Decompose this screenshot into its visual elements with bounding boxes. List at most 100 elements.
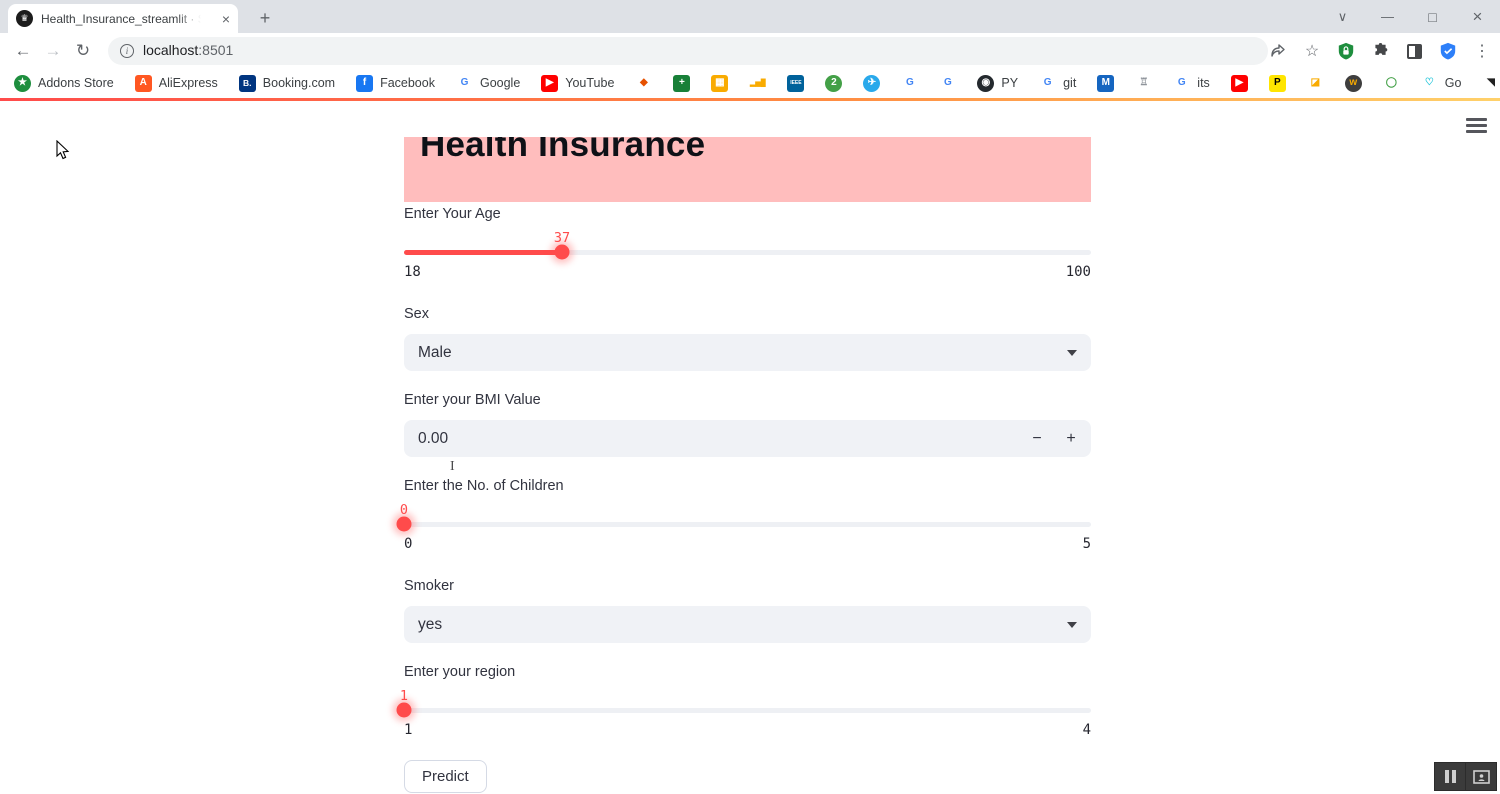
addons-store-icon: ★ — [14, 75, 31, 92]
security-shield-icon[interactable] — [1438, 41, 1458, 61]
region-slider-thumb[interactable] — [397, 703, 412, 718]
mouse-cursor-arrow — [56, 140, 70, 160]
bookmark-label: Go — [1445, 76, 1462, 90]
age-slider-value: 37 — [554, 230, 570, 246]
predict-button[interactable]: Predict — [404, 760, 487, 793]
children-slider-track[interactable] — [404, 522, 1091, 527]
new-tab-button[interactable]: + — [252, 5, 278, 31]
bookmark-item[interactable]: G — [901, 75, 918, 92]
bookmark-item[interactable]: ◆ — [635, 75, 652, 92]
ieee-icon: IEEE — [787, 75, 804, 92]
webcam-frame-icon — [1473, 770, 1490, 784]
bookmark-item[interactable]: ♖ — [1135, 75, 1152, 92]
bookmark-item[interactable]: ▶ — [1231, 75, 1248, 92]
google-g-icon: G — [1039, 75, 1056, 92]
streamlit-header — [0, 101, 1500, 137]
window-close-button[interactable]: × — [1455, 0, 1500, 33]
window-minimize-button[interactable]: — — [1365, 0, 1410, 33]
children-max-label: 5 — [1083, 536, 1091, 552]
bmi-number-input[interactable]: 0.00 − + — [404, 420, 1091, 457]
smoker-select[interactable]: yes — [404, 606, 1091, 643]
spreadsheet-icon: + — [673, 75, 690, 92]
share-icon[interactable] — [1268, 41, 1288, 61]
bookmark-item[interactable]: ◯ — [1383, 75, 1400, 92]
url-host: localhost — [143, 42, 198, 58]
bookmark-label: Addons Store — [38, 76, 114, 90]
bookmark-item[interactable]: + — [673, 75, 690, 92]
bookmark-item[interactable]: Ggit — [1039, 75, 1076, 92]
bookmark-item[interactable]: ♡ Go — [1421, 75, 1462, 92]
bookmark-item[interactable]: G — [939, 75, 956, 92]
bookmark-item[interactable]: IEEE — [787, 75, 804, 92]
smoker-select-value: yes — [418, 616, 442, 634]
webcam-overlay-button[interactable] — [1465, 763, 1496, 790]
age-min-label: 18 — [404, 264, 421, 280]
age-slider-thumb[interactable] — [555, 245, 570, 260]
bookmark-item[interactable]: GGoogle — [456, 75, 520, 92]
app-menu-hamburger-icon[interactable] — [1466, 118, 1487, 133]
bookmark-item[interactable]: ✈ — [863, 75, 880, 92]
bookmark-label: git — [1063, 76, 1076, 90]
side-panel-icon[interactable] — [1404, 41, 1424, 61]
adblock-shield-icon[interactable] — [1336, 41, 1356, 61]
tab-search-icon[interactable]: ∨ — [1320, 0, 1365, 33]
pause-recording-button[interactable] — [1435, 763, 1465, 790]
bookmark-item[interactable]: ◥ — [1482, 75, 1499, 92]
browser-tab[interactable]: ♛ Health_Insurance_streamlit · Stre × — [8, 4, 238, 33]
bookmark-item[interactable]: M — [1097, 75, 1114, 92]
chevron-down-icon — [1067, 622, 1077, 628]
bookmark-item[interactable]: w — [1345, 75, 1362, 92]
forward-button[interactable]: → — [38, 37, 68, 65]
bookmark-item[interactable]: P — [1269, 75, 1286, 92]
analytics-icon: ▂▅█ — [749, 75, 766, 92]
tab-close-icon[interactable]: × — [222, 11, 230, 27]
bmi-label: Enter your BMI Value — [404, 392, 541, 408]
robot-icon: ♖ — [1135, 75, 1152, 92]
children-slider-thumb[interactable] — [397, 517, 412, 532]
region-label: Enter your region — [404, 664, 515, 680]
window-maximize-button[interactable]: □ — [1410, 0, 1455, 33]
google-g-icon: G — [456, 75, 473, 92]
children-label: Enter the No. of Children — [404, 478, 564, 494]
booking-icon: B. — [239, 75, 256, 92]
bookmark-item[interactable]: 2 — [825, 75, 842, 92]
google-g-icon: G — [1173, 75, 1190, 92]
region-min-label: 1 — [404, 722, 412, 738]
bookmark-item[interactable]: ◪ — [1307, 75, 1324, 92]
bookmark-item[interactable]: ▂▅█ — [749, 75, 766, 92]
heart-swirl-icon: ♡ — [1421, 75, 1438, 92]
children-slider-value: 0 — [400, 502, 408, 518]
region-slider-track[interactable] — [404, 708, 1091, 713]
bmi-increment-button[interactable]: + — [1065, 430, 1077, 448]
region-max-label: 4 — [1083, 722, 1091, 738]
pause-icon — [1445, 770, 1456, 783]
bookmark-item[interactable]: ▶YouTube — [541, 75, 614, 92]
sex-label: Sex — [404, 306, 429, 322]
browser-menu-kebab-icon[interactable]: ⋮ — [1472, 41, 1492, 61]
bookmark-item[interactable]: Gits — [1173, 75, 1210, 92]
sex-select[interactable]: Male — [404, 334, 1091, 371]
chevron-down-icon — [1067, 350, 1077, 356]
age-slider-fill — [404, 250, 562, 255]
bookmark-item[interactable]: ★ Addons Store — [14, 75, 114, 92]
bookmark-item[interactable]: AAliExpress — [135, 75, 218, 92]
youtube-icon: ▶ — [1231, 75, 1248, 92]
reload-button[interactable]: ↻ — [68, 37, 98, 65]
bookmark-item[interactable]: B.Booking.com — [239, 75, 335, 92]
streamlit-favicon-icon: ♛ — [16, 10, 33, 27]
bookmark-item[interactable]: f Facebook — [356, 75, 435, 92]
bookmark-label: Facebook — [380, 76, 435, 90]
address-bar[interactable]: i localhost:8501 — [108, 37, 1268, 65]
back-button[interactable]: ← — [8, 37, 38, 65]
region-slider-value: 1 — [400, 688, 408, 704]
site-info-icon[interactable]: i — [120, 44, 134, 58]
bookmark-item[interactable]: ◉PY — [977, 75, 1018, 92]
extensions-puzzle-icon[interactable] — [1370, 41, 1390, 61]
facebook-icon: f — [356, 75, 373, 92]
google-g-icon: G — [901, 75, 918, 92]
bookmark-item[interactable]: ▦ — [711, 75, 728, 92]
aliexpress-icon: A — [135, 75, 152, 92]
google-g-icon: G — [939, 75, 956, 92]
bookmark-star-icon[interactable]: ☆ — [1302, 41, 1322, 61]
bmi-decrement-button[interactable]: − — [1031, 430, 1043, 448]
